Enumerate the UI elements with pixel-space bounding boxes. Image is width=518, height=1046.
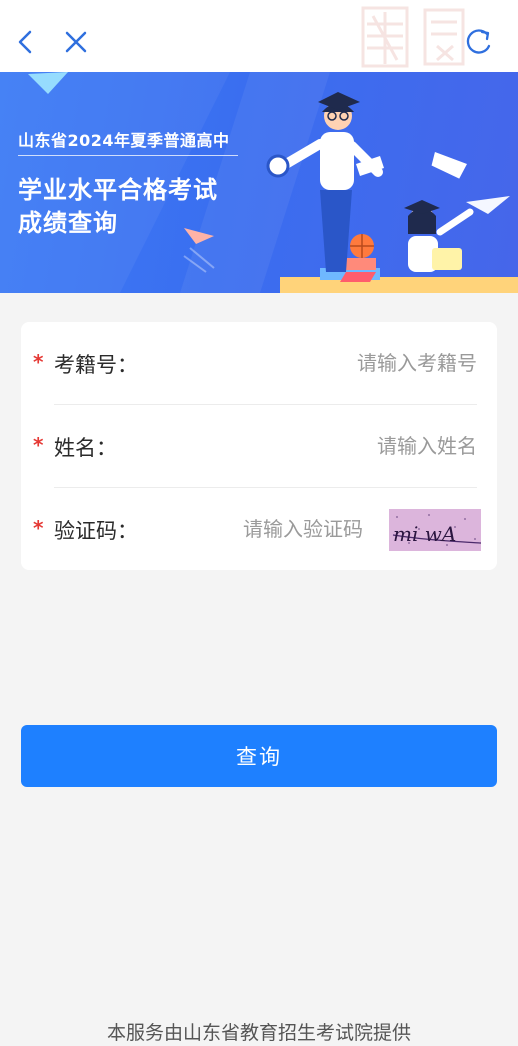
close-icon[interactable] bbox=[60, 26, 92, 58]
query-button[interactable]: 查询 bbox=[21, 725, 497, 787]
required-mark: * bbox=[33, 350, 44, 374]
required-mark: * bbox=[33, 516, 44, 540]
exam-id-label: 考籍号： bbox=[54, 353, 138, 377]
refresh-icon[interactable] bbox=[460, 24, 496, 60]
top-nav-bar bbox=[0, 0, 518, 72]
back-icon[interactable] bbox=[10, 26, 40, 58]
provider-footer: 本服务由山东省教育招生考试院提供 bbox=[106, 1022, 411, 1044]
query-form-card: * 考籍号： * 姓名： * 验证码： mi wA bbox=[21, 322, 497, 570]
exam-id-input[interactable] bbox=[221, 344, 477, 382]
exam-banner: 山东省2024年夏季普通高中 学业水平合格考试 成绩查询 bbox=[0, 72, 518, 293]
name-input[interactable] bbox=[221, 427, 477, 465]
name-row: * 姓名： bbox=[21, 405, 497, 487]
banner-title-line2: 成绩查询 bbox=[18, 209, 118, 237]
seal-watermark bbox=[361, 6, 465, 68]
captcha-input[interactable] bbox=[201, 510, 363, 548]
exam-id-row: * 考籍号： bbox=[21, 322, 497, 404]
captcha-text: mi wA bbox=[393, 522, 456, 546]
graduates-illustration bbox=[266, 92, 518, 293]
name-label: 姓名： bbox=[54, 436, 117, 460]
captcha-label: 验证码： bbox=[54, 519, 138, 543]
captcha-image[interactable]: mi wA bbox=[389, 509, 481, 551]
required-mark: * bbox=[33, 433, 44, 457]
captcha-row: * 验证码： mi wA bbox=[21, 488, 497, 570]
